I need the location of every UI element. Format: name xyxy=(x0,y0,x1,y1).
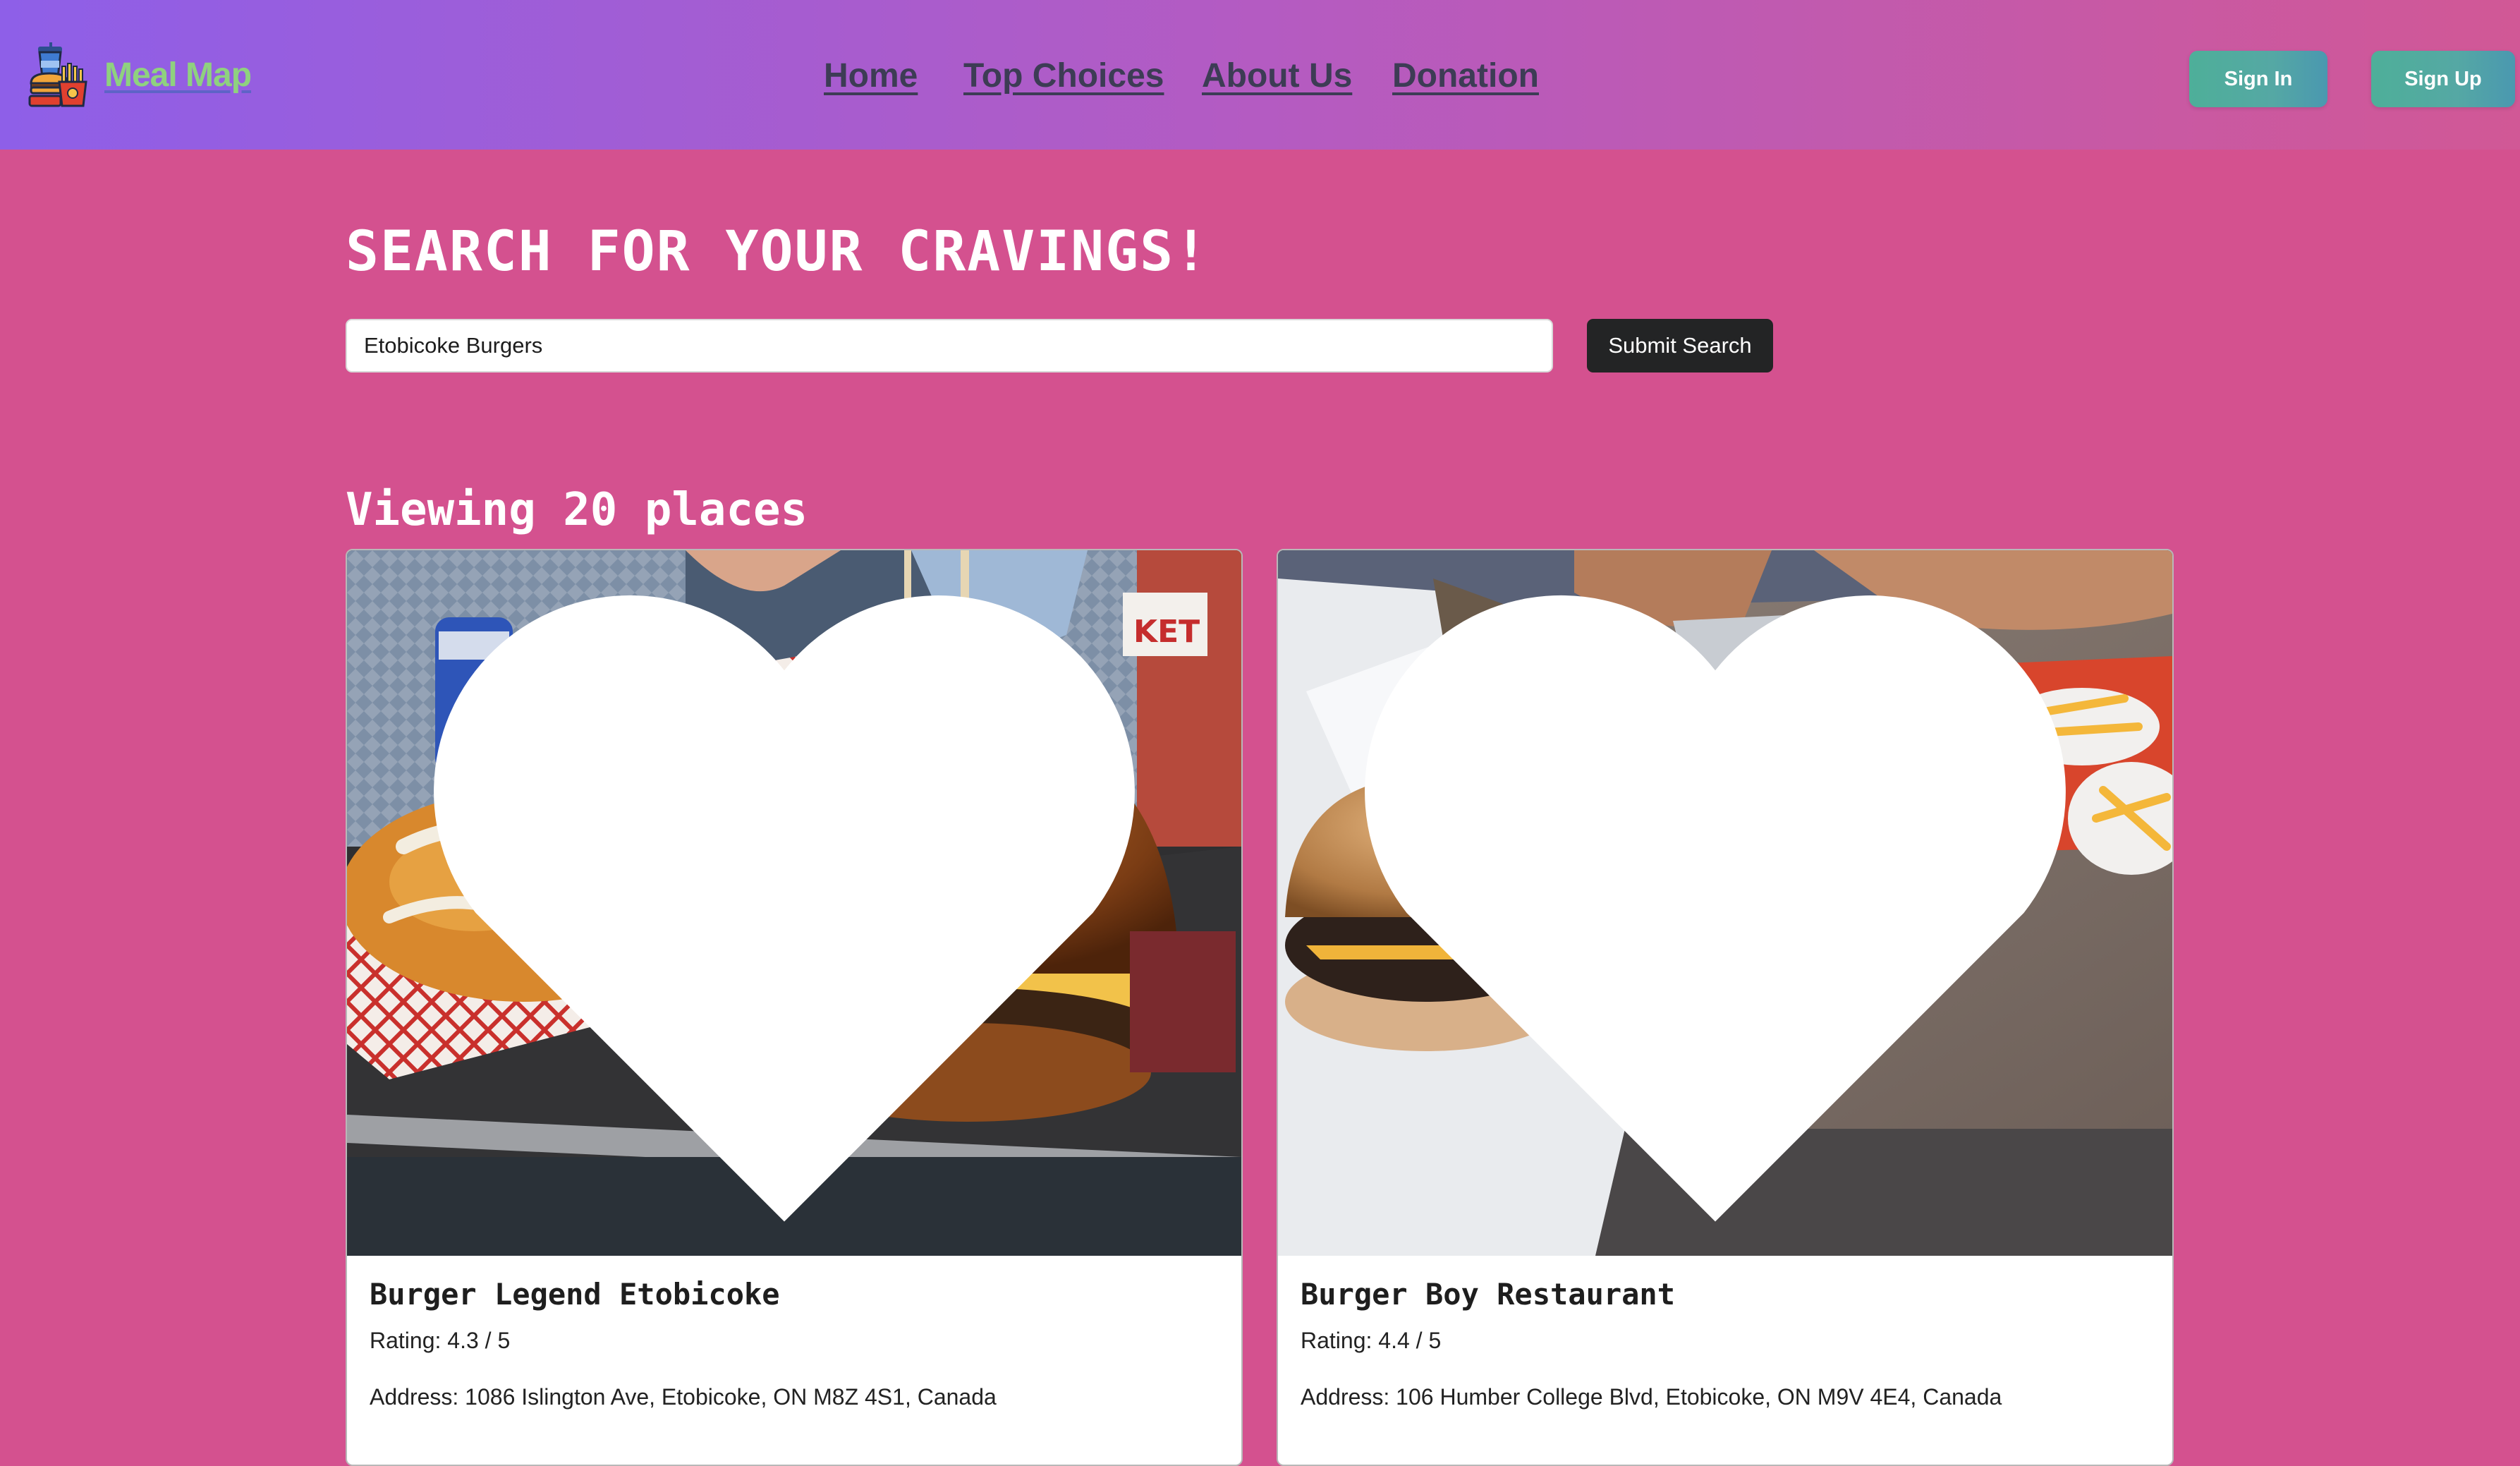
search-input[interactable] xyxy=(346,319,1553,372)
top-navbar: Meal Map Home Top Choices About Us Donat… xyxy=(0,0,2520,150)
nav-link-top-choices[interactable]: Top Choices xyxy=(963,56,1164,95)
place-rating: Rating: 4.4 / 5 xyxy=(1301,1328,1442,1353)
nav-link-about-us[interactable]: About Us xyxy=(1202,56,1352,95)
sign-up-button[interactable]: Sign Up xyxy=(2371,51,2515,107)
place-photo: KET xyxy=(347,550,1241,1256)
place-address: Address: 106 Humber College Blvd, Etobic… xyxy=(1301,1384,2002,1410)
results-count-heading: Viewing 20 places xyxy=(346,484,808,536)
place-photo xyxy=(1278,550,2172,1256)
brand-home-link[interactable]: Meal Map xyxy=(28,41,252,109)
place-name: Burger Legend Etobicoke xyxy=(370,1277,780,1311)
heart-icon[interactable] xyxy=(1278,560,2162,1256)
sign-in-button[interactable]: Sign In xyxy=(2189,51,2327,107)
place-card[interactable]: Burger Boy Restaurant Rating: 4.4 / 5 Ad… xyxy=(1277,549,2174,1466)
submit-search-button[interactable]: Submit Search xyxy=(1587,319,1773,372)
place-card[interactable]: KET Burger Legend Etobicoke Rating: 4.3 … xyxy=(346,549,1243,1466)
nav-link-donation[interactable]: Donation xyxy=(1392,56,1539,95)
place-rating: Rating: 4.3 / 5 xyxy=(370,1328,511,1353)
food-tray-icon xyxy=(28,42,87,107)
nav-link-home[interactable]: Home xyxy=(824,56,918,95)
search-heading: SEARCH FOR YOUR CRAVINGS! xyxy=(346,220,1209,284)
heart-icon[interactable] xyxy=(347,560,1231,1256)
brand-name: Meal Map xyxy=(104,56,252,94)
place-address: Address: 1086 Islington Ave, Etobicoke, … xyxy=(370,1384,997,1410)
place-name: Burger Boy Restaurant xyxy=(1301,1277,1676,1311)
